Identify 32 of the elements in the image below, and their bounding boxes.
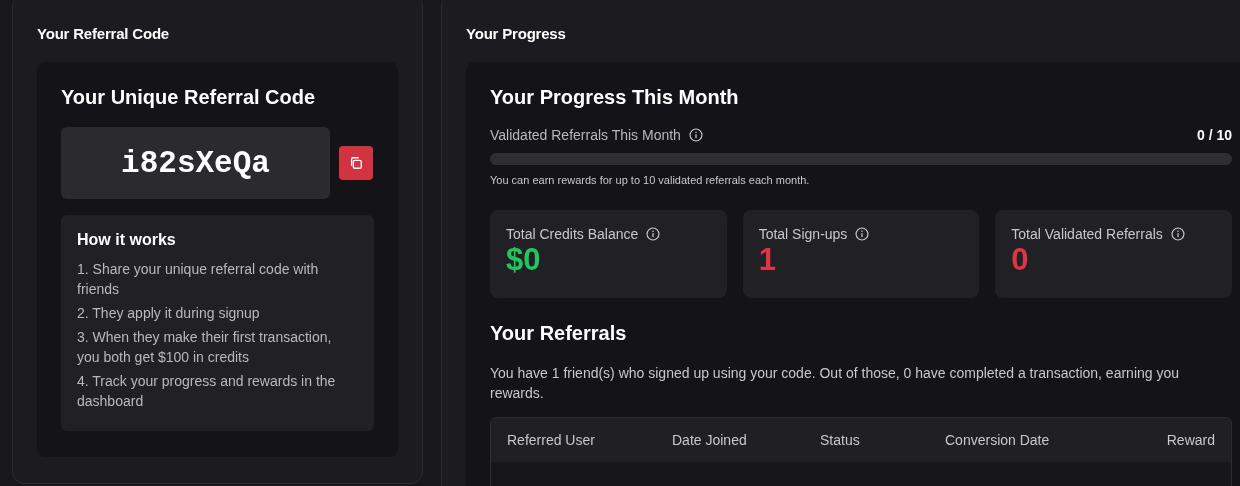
column-header: Conversion Date: [945, 432, 1051, 448]
column-header: Reward: [1165, 432, 1215, 448]
section-heading: Your Referrals: [490, 322, 628, 345]
stat-label: Total Validated Referrals: [1011, 226, 1163, 242]
column-header: Date Joined: [672, 432, 748, 448]
card-title: Your Referral Code: [37, 25, 170, 42]
info-icon[interactable]: [688, 128, 703, 142]
stat-value: 0: [1011, 242, 1030, 278]
instruction-step: 3. When they make their first transaction, you both get $100 in credits: [77, 327, 348, 367]
copy-icon: [349, 156, 363, 170]
stat-label: Total Credits Balance: [506, 226, 639, 242]
instruction-step: 4. Track your progress and rewards in the dashboard: [77, 371, 348, 411]
card-title: Your Progress: [466, 25, 567, 42]
instructions-heading: How it works: [77, 231, 177, 249]
referrals-summary: You have 1 friend(s) who signed up using your code. Out of those, 0 have completed a transaction, earning you rewards.: [490, 364, 1181, 403]
stat-value: 1: [758, 242, 777, 278]
info-icon[interactable]: [855, 227, 870, 241]
column-header: Status: [820, 432, 861, 448]
instruction-step: 2. They apply it during signup: [77, 303, 348, 323]
progress-label: Validated Referrals This Month: [490, 127, 681, 143]
progress-note: You can earn rewards for up to 10 validated referrals each month.: [490, 174, 811, 186]
panel-heading: Your Progress This Month: [490, 86, 740, 109]
copy-button[interactable]: [339, 146, 373, 180]
stat-label: Total Sign-ups: [758, 226, 848, 242]
column-header: Referred User: [507, 432, 596, 448]
panel-heading: Your Unique Referral Code: [61, 86, 317, 109]
info-icon[interactable]: [1170, 227, 1185, 241]
referral-code: i82sXeQa: [61, 127, 330, 199]
instruction-step: 1. Share your unique referral code with friends: [77, 259, 348, 299]
progress-reading: 0 / 10: [1196, 127, 1232, 143]
stat-value: $0: [506, 242, 542, 278]
info-icon[interactable]: [646, 227, 661, 241]
